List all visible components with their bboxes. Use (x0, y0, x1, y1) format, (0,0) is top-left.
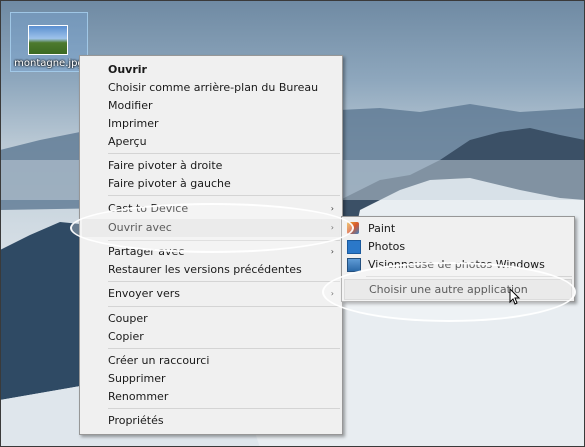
menu-item-apercu[interactable]: Aperçu (82, 133, 340, 151)
menu-separator (108, 281, 340, 282)
menu-item-ouvrir-avec[interactable]: Ouvrir avec › (82, 219, 340, 237)
menu-item-partager-avec[interactable]: Partager avec › (82, 243, 340, 261)
menu-separator (108, 195, 340, 196)
menu-separator (108, 306, 340, 307)
submenu-item-choose-other-app[interactable]: Choisir une autre application (344, 279, 572, 300)
menu-item-label: Ouvrir avec (108, 221, 172, 234)
menu-item-ouvrir[interactable]: Ouvrir (82, 61, 340, 79)
menu-item-imprimer[interactable]: Imprimer (82, 115, 340, 133)
menu-item-create-shortcut[interactable]: Créer un raccourci (82, 352, 340, 370)
submenu-item-label: Photos (368, 240, 406, 253)
mouse-cursor-icon (509, 288, 521, 305)
menu-item-modifier[interactable]: Modifier (82, 97, 340, 115)
desktop: montagne.jpg Ouvrir Choisir comme arrièr… (0, 0, 585, 447)
menu-item-envoyer-vers[interactable]: Envoyer vers › (82, 285, 340, 303)
menu-separator (108, 348, 340, 349)
image-thumbnail-icon (28, 25, 68, 55)
submenu-item-photos[interactable]: Photos (344, 237, 572, 256)
desktop-icon-montagne[interactable]: montagne.jpg (10, 12, 88, 72)
menu-item-copier[interactable]: Copier (82, 328, 340, 346)
chevron-right-icon: › (330, 247, 334, 256)
chevron-right-icon: › (330, 223, 334, 232)
menu-item-couper[interactable]: Couper (82, 310, 340, 328)
chevron-right-icon: › (330, 289, 334, 298)
submenu-item-paint[interactable]: Paint (344, 219, 572, 238)
submenu-item-label: Paint (368, 222, 396, 235)
open-with-submenu: Paint Photos Visionneuse de photos Windo… (341, 216, 575, 302)
submenu-item-label: Visionneuse de photos Windows (368, 258, 545, 271)
menu-item-set-wallpaper[interactable]: Choisir comme arrière-plan du Bureau (82, 79, 340, 97)
menu-separator (108, 153, 340, 154)
desktop-icon-label: montagne.jpg (14, 58, 84, 69)
menu-item-restore-versions[interactable]: Restaurer les versions précédentes (82, 261, 340, 279)
menu-item-label: Cast to Device (108, 202, 189, 215)
menu-item-rotate-right[interactable]: Faire pivoter à droite (82, 157, 340, 175)
chevron-right-icon: › (330, 204, 334, 213)
menu-item-proprietes[interactable]: Propriétés (82, 412, 340, 430)
menu-separator (108, 240, 340, 241)
menu-item-cast-to-device[interactable]: Cast to Device › (82, 200, 340, 218)
menu-item-renommer[interactable]: Renommer (82, 388, 340, 406)
context-menu: Ouvrir Choisir comme arrière-plan du Bur… (79, 55, 343, 435)
menu-separator (108, 408, 340, 409)
menu-separator (366, 276, 572, 277)
menu-item-supprimer[interactable]: Supprimer (82, 370, 340, 388)
paint-icon (347, 222, 359, 234)
photo-viewer-icon (347, 258, 361, 272)
photos-icon (347, 240, 361, 254)
submenu-item-photo-viewer[interactable]: Visionneuse de photos Windows (344, 255, 572, 274)
menu-item-label: Envoyer vers (108, 287, 180, 300)
menu-item-label: Partager avec (108, 245, 185, 258)
menu-item-rotate-left[interactable]: Faire pivoter à gauche (82, 175, 340, 193)
